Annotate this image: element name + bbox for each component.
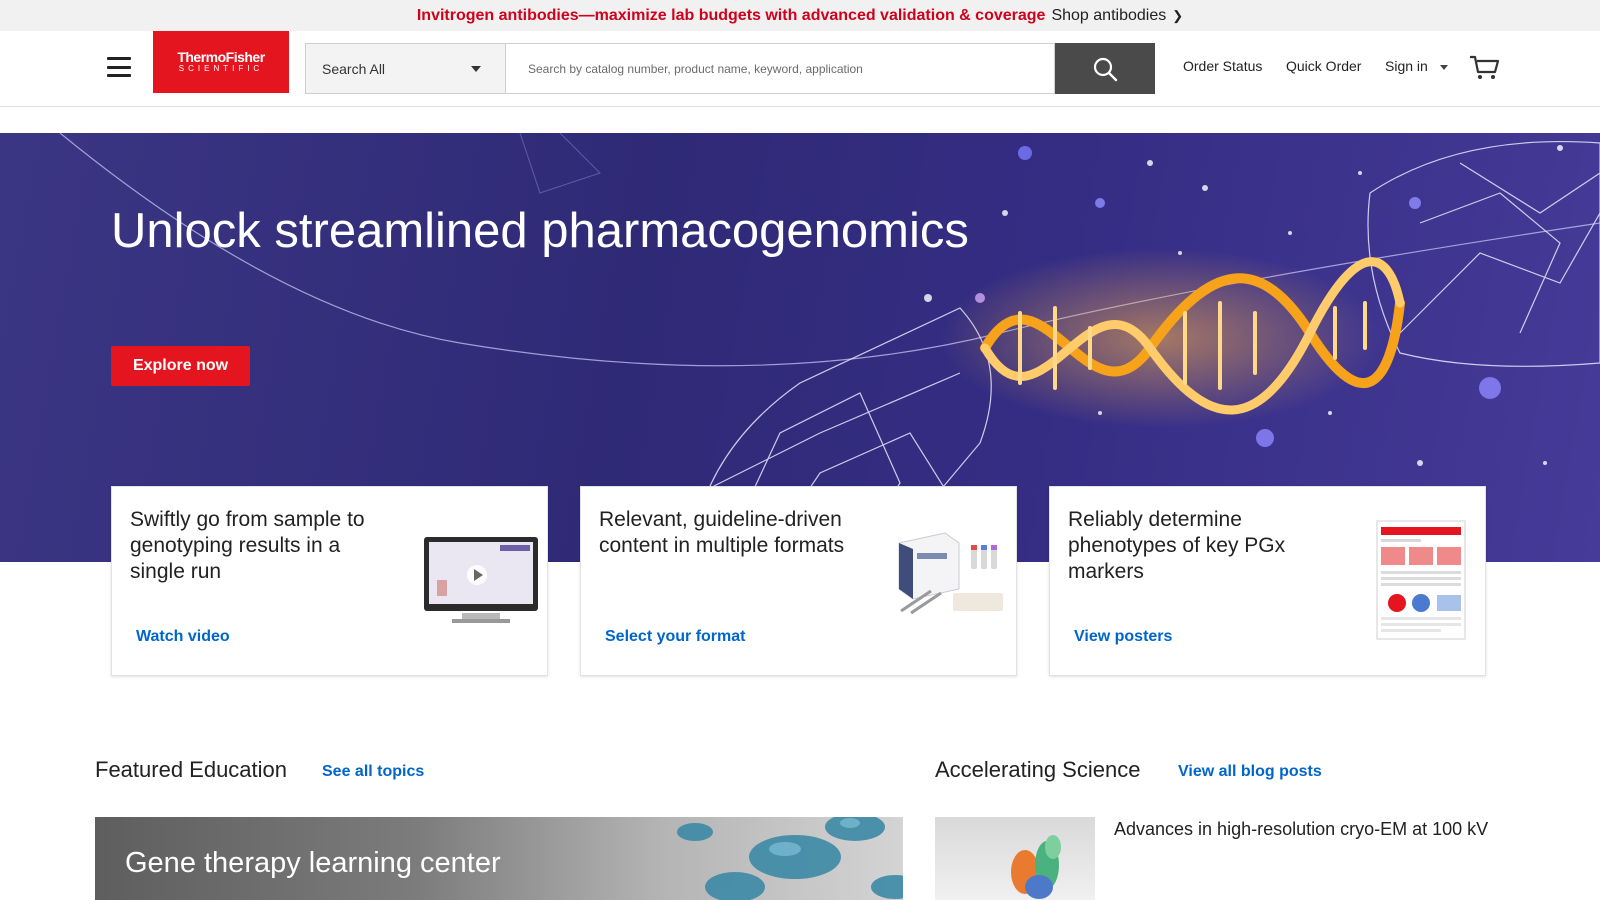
select-format-link[interactable]: Select your format: [605, 628, 745, 646]
feature-card[interactable]: Relevant, guideline-driven content in mu…: [580, 486, 1017, 676]
cryo-em-structure-image: [1011, 835, 1061, 899]
promo-bar: Invitrogen antibodies—maximize lab budge…: [0, 0, 1600, 31]
feature-card[interactable]: Reliably determine phenotypes of key PGx…: [1049, 486, 1486, 676]
view-all-blog-posts-link[interactable]: View all blog posts: [1178, 763, 1322, 781]
blog-post-title[interactable]: Advances in high-resolution cryo-EM at 1…: [1114, 818, 1494, 841]
logo-subtext: SCIENTIFIC: [178, 64, 264, 73]
chevron-right-icon: ❯: [1172, 7, 1184, 23]
cart-icon[interactable]: [1469, 55, 1501, 81]
featured-education-heading: Featured Education: [95, 757, 288, 782]
caret-down-icon: [471, 65, 481, 72]
card-text: Relevant, guideline-driven content in mu…: [599, 508, 845, 557]
watch-video-link[interactable]: Watch video: [136, 628, 230, 646]
search-category-value: Search All: [322, 60, 386, 77]
search-button[interactable]: [1055, 43, 1155, 94]
logo-wordmark: ThermoFisher: [177, 49, 265, 65]
blog-thumbnail[interactable]: [935, 817, 1095, 900]
poster-thumbnail: [1376, 520, 1466, 640]
gene-therapy-banner[interactable]: Gene therapy learning center: [95, 817, 903, 900]
see-all-topics-link[interactable]: See all topics: [322, 763, 424, 781]
menu-icon[interactable]: [107, 57, 131, 77]
search-category-select[interactable]: Search All: [305, 43, 505, 94]
banner-title: Gene therapy learning center: [125, 847, 501, 879]
promo-shop-link[interactable]: Shop antibodies: [1051, 7, 1166, 25]
hero-title: Unlock streamlined pharmacogenomics: [111, 204, 969, 258]
site-header: ThermoFisher SCIENTIFIC Search All Order…: [0, 31, 1600, 107]
sign-in-menu[interactable]: Sign in: [1385, 58, 1448, 74]
search-icon: [1093, 57, 1118, 81]
quick-order-link[interactable]: Quick Order: [1286, 58, 1361, 74]
promo-headline[interactable]: Invitrogen antibodies—maximize lab budge…: [417, 7, 1046, 25]
search-bar: Search All: [305, 43, 1155, 94]
assay-kit-products: [898, 532, 1003, 615]
search-input[interactable]: [505, 43, 1055, 94]
order-status-link[interactable]: Order Status: [1183, 58, 1262, 74]
feature-card[interactable]: Swiftly go from sample to genotyping res…: [111, 486, 548, 676]
thermofisher-logo[interactable]: ThermoFisher SCIENTIFIC: [153, 31, 289, 93]
caret-down-icon: [1439, 64, 1448, 70]
card-text: Reliably determine phenotypes of key PGx…: [1068, 508, 1286, 583]
accelerating-science-heading: Accelerating Science: [935, 757, 1141, 782]
monitor-video-thumbnail: [424, 537, 538, 623]
sign-in-label: Sign in: [1385, 58, 1428, 74]
card-text: Swiftly go from sample to genotyping res…: [130, 508, 365, 583]
explore-now-button[interactable]: Explore now: [111, 346, 250, 386]
view-posters-link[interactable]: View posters: [1074, 628, 1172, 646]
